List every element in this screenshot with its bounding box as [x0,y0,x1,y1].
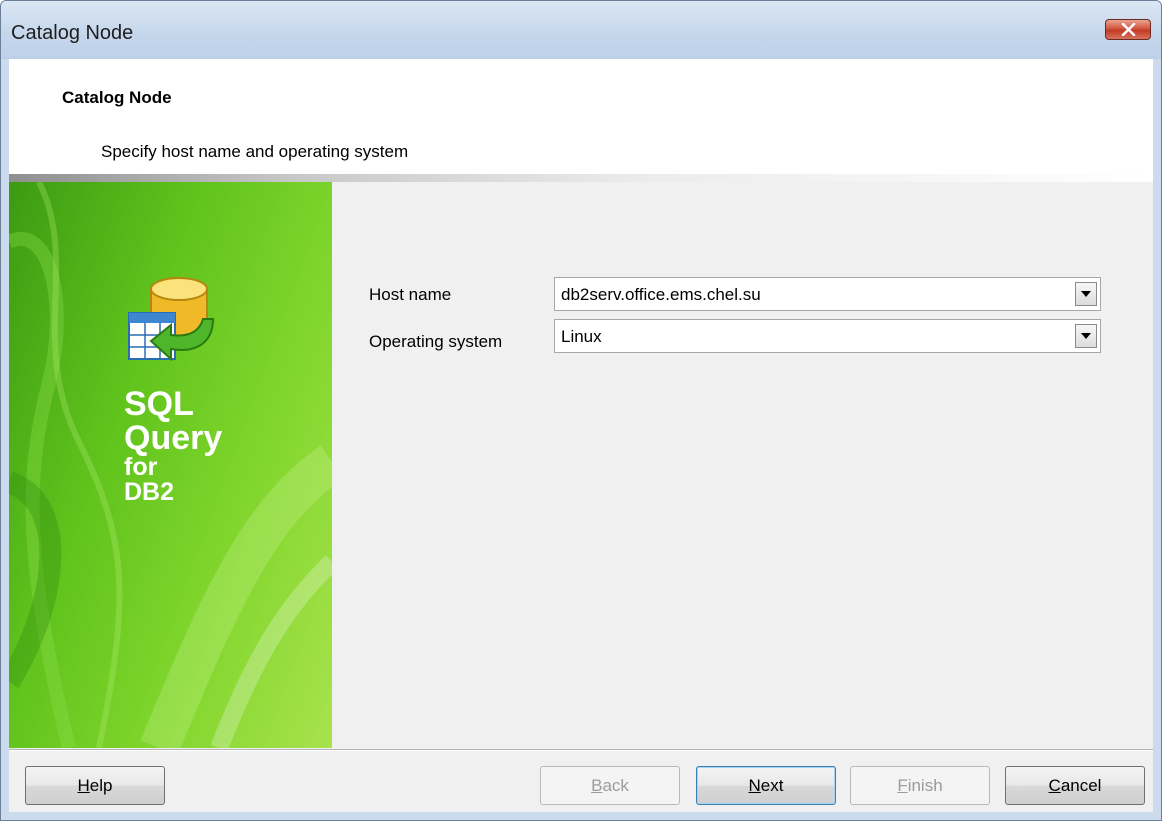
finish-button[interactable]: Finish [850,766,990,805]
brand-line-1: SQL [124,385,194,423]
back-mnemonic: B [591,776,603,795]
dialog-client: Catalog Node Specify host name and opera… [9,59,1153,812]
help-button[interactable]: Help [25,766,165,805]
host-name-value: db2serv.office.ems.chel.su [561,285,761,304]
host-name-label: Host name [369,285,452,304]
chevron-down-icon [1081,291,1091,297]
header-divider [9,174,1153,182]
cancel-button[interactable]: Cancel [1005,766,1145,805]
wizard-banner: SQL Query for DB2 [9,182,332,748]
back-button[interactable]: Back [540,766,680,805]
database-arrow-icon [123,275,219,370]
back-label: ack [602,776,629,795]
host-name-dropdown-button[interactable] [1075,282,1097,306]
product-name: SQL Query for DB2 [124,387,222,505]
finish-label: inish [907,776,943,795]
dialog-window: Catalog Node Catalog Node Specify host n… [0,0,1162,821]
brand-line-4: DB2 [124,478,175,506]
chevron-down-icon [1081,333,1091,339]
close-button[interactable] [1105,19,1151,40]
operating-system-value: Linux [561,327,602,346]
brand-line-3: for [124,453,158,481]
next-mnemonic: N [748,776,761,795]
close-icon [1121,23,1136,36]
help-mnemonic: H [77,776,90,795]
host-name-combo[interactable]: db2serv.office.ems.chel.su [554,277,1101,311]
footer-divider-highlight [9,750,1153,751]
page-subtitle: Specify host name and operating system [101,142,409,161]
cancel-label: ancel [1060,776,1102,795]
next-button[interactable]: Next [696,766,836,805]
brand-line-2: Query [124,419,223,457]
next-label: ext [760,776,784,795]
wizard-content: Host name db2serv.office.ems.chel.su Ope… [332,182,1153,748]
title-bar[interactable]: Catalog Node [1,1,1161,59]
operating-system-dropdown-button[interactable] [1075,324,1097,348]
cancel-mnemonic: C [1048,776,1061,795]
wizard-header: Catalog Node Specify host name and opera… [9,59,1153,174]
window-title: Catalog Node [11,22,134,44]
page-title: Catalog Node [62,88,172,107]
finish-mnemonic: F [897,776,908,795]
operating-system-combo[interactable]: Linux [554,319,1101,353]
help-label: elp [89,776,113,795]
operating-system-label: Operating system [369,332,503,351]
